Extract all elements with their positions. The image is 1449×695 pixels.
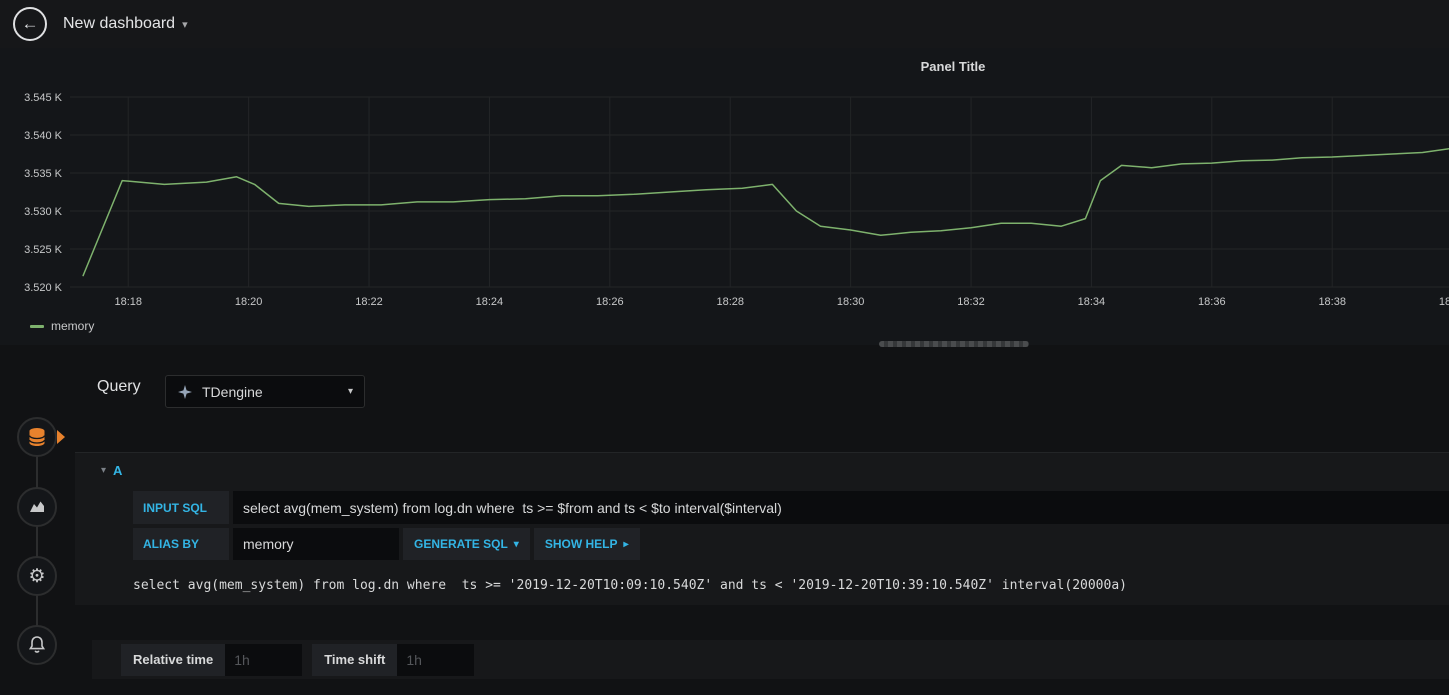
svg-text:18:18: 18:18	[114, 296, 142, 308]
time-shift-label: Time shift	[312, 643, 398, 676]
active-tab-arrow-icon	[57, 430, 65, 444]
query-section-title: Query	[97, 378, 141, 395]
query-editor-card: ▾ A INPUT SQL ALIAS BY GENERATE SQL ▾ SH…	[75, 452, 1449, 605]
datasource-picker[interactable]: TDengine ▾	[165, 375, 365, 408]
svg-text:3.545 K: 3.545 K	[24, 92, 63, 104]
query-ref-label: A	[113, 463, 123, 478]
chevron-down-icon: ▾	[101, 465, 107, 476]
show-help-label: SHOW HELP	[544, 537, 618, 551]
time-options-card: Relative time Time shift	[92, 640, 1449, 679]
input-sql-field[interactable]	[233, 491, 1449, 524]
graph-panel: 3.520 K 3.525 K 3.530 K 3.535 K 3.540 K 3.545…	[0, 48, 1449, 345]
svg-text:18:36: 18:36	[1198, 296, 1226, 308]
input-sql-row: INPUT SQL	[133, 491, 1449, 524]
input-sql-label: INPUT SQL	[133, 491, 229, 524]
bell-icon	[28, 636, 46, 653]
svg-text:18:22: 18:22	[355, 296, 383, 308]
svg-text:3.535 K: 3.535 K	[24, 168, 63, 180]
legend-series-dash	[30, 324, 44, 328]
tab-alert[interactable]	[17, 625, 57, 665]
relative-time-label: Relative time	[121, 643, 226, 676]
dashboard-title[interactable]: New dashboard	[63, 15, 175, 33]
alias-by-row: ALIAS BY GENERATE SQL ▾ SHOW HELP ▸	[133, 528, 1449, 560]
svg-text:3.530 K: 3.530 K	[24, 206, 63, 218]
query-row-collapse[interactable]: ▾ A	[101, 463, 122, 478]
tab-queries[interactable]	[17, 417, 57, 457]
generated-sql-text: select avg(mem_system) from log.dn where…	[133, 577, 1127, 593]
chevron-down-icon[interactable]: ▾	[182, 18, 188, 31]
alias-by-label: ALIAS BY	[133, 528, 229, 560]
svg-text:18:30: 18:30	[837, 296, 865, 308]
svg-text:18:24: 18:24	[476, 296, 504, 308]
top-header: ← New dashboard ▾	[0, 0, 1449, 48]
tab-general[interactable]: ⚙	[17, 556, 57, 596]
tab-visualization[interactable]	[17, 487, 57, 527]
arrow-left-icon: ←	[21, 14, 39, 33]
graph-icon	[30, 501, 44, 512]
panel-title[interactable]: Panel Title	[921, 59, 986, 74]
svg-text:3.520 K: 3.520 K	[24, 282, 63, 294]
back-button[interactable]: ←	[13, 7, 47, 41]
panel-editor: ⚙ Query TDengine ▾ ▾ A INPUT SQL ALIAS B…	[0, 365, 1449, 695]
time-shift-field[interactable]	[397, 643, 475, 676]
generate-sql-label: GENERATE SQL	[414, 537, 508, 551]
show-help-button[interactable]: SHOW HELP ▸	[533, 528, 640, 560]
timeseries-chart[interactable]: 3.520 K 3.525 K 3.530 K 3.535 K 3.540 K 3.545…	[0, 48, 1449, 345]
tdengine-logo-icon	[178, 384, 192, 399]
svg-text:3.525 K: 3.525 K	[24, 244, 63, 256]
svg-text:18:34: 18:34	[1078, 296, 1106, 308]
tab-connector-line	[36, 437, 38, 645]
chart-legend[interactable]: memory	[30, 319, 94, 333]
datasource-name: TDengine	[202, 383, 263, 400]
svg-text:18:38: 18:38	[1318, 296, 1346, 308]
svg-text:18:40: 18:40	[1439, 296, 1449, 308]
chevron-down-icon: ▾	[513, 538, 519, 550]
svg-text:3.540 K: 3.540 K	[24, 130, 63, 142]
chevron-down-icon: ▾	[347, 386, 353, 397]
pane-resize-handle[interactable]	[879, 341, 1029, 347]
gear-icon: ⚙	[28, 565, 46, 587]
svg-text:18:32: 18:32	[957, 296, 985, 308]
svg-text:18:20: 18:20	[235, 296, 263, 308]
generate-sql-button[interactable]: GENERATE SQL ▾	[403, 528, 530, 560]
relative-time-field[interactable]	[225, 643, 303, 676]
chevron-right-icon: ▸	[623, 538, 629, 550]
svg-text:18:26: 18:26	[596, 296, 624, 308]
legend-series-label[interactable]: memory	[51, 319, 94, 333]
database-icon	[28, 428, 46, 446]
svg-text:18:28: 18:28	[716, 296, 744, 308]
alias-by-field[interactable]	[233, 528, 399, 560]
